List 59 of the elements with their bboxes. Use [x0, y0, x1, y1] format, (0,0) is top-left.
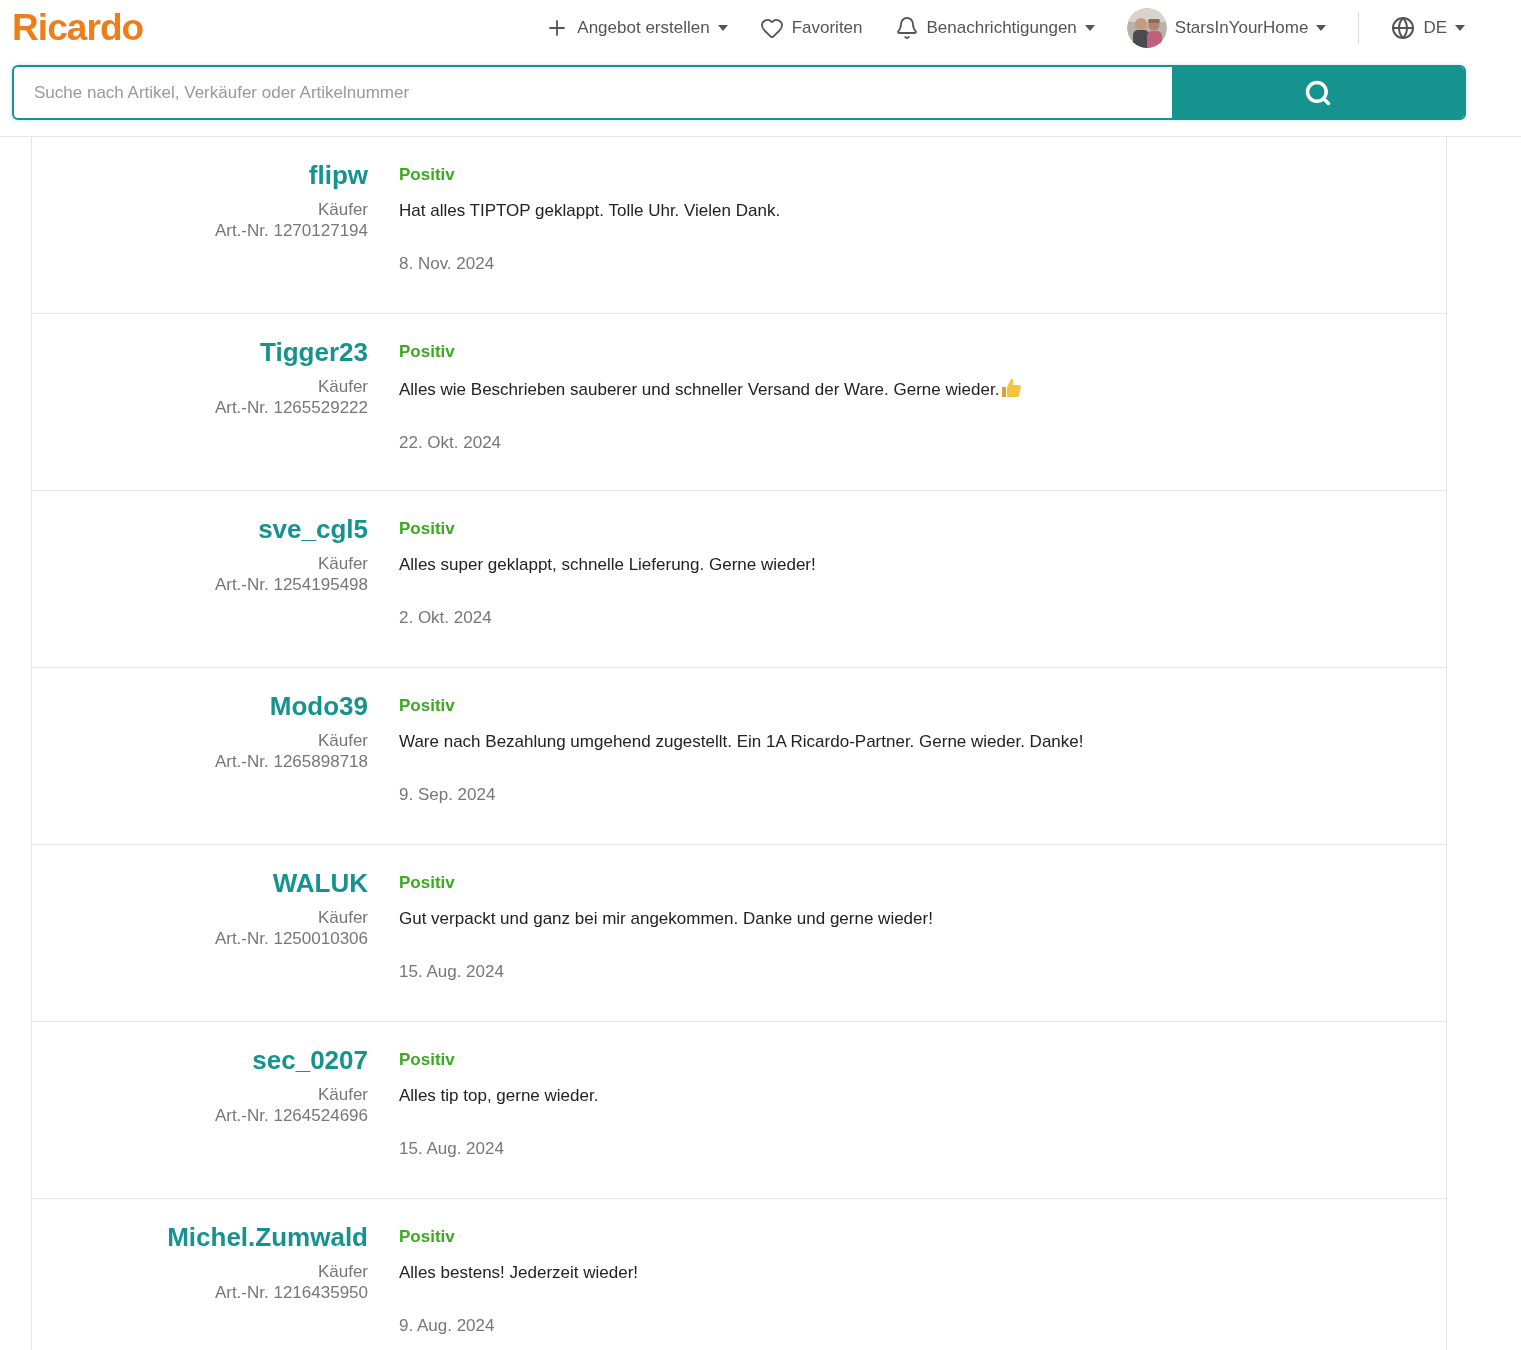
notifications-menu[interactable]: Benachrichtigungen	[894, 14, 1095, 41]
article-number: Art.-Nr. 1254195498	[214, 574, 368, 595]
role-label: Käufer	[317, 730, 368, 751]
role-label: Käufer	[317, 907, 368, 928]
review-date: 2. Okt. 2024	[399, 607, 493, 629]
review-comment: Ware nach Bezahlung umgehend zugestellt. Ein 1A Ricardo-Partner. Gerne wieder. Danke!	[399, 731, 1084, 753]
search-icon	[1304, 78, 1332, 107]
search-button[interactable]	[1172, 67, 1464, 118]
rating-label: Positiv	[399, 695, 456, 717]
search-bar[interactable]: Suche nach Artikel, Verkäufer oder Artikelnummer	[12, 65, 1466, 120]
user-menu[interactable]: StarsInYourHome	[1126, 7, 1327, 48]
review-comment: Gut verpackt und ganz bei mir angekommen. Danke und gerne wieder!	[399, 908, 933, 930]
username-link[interactable]: flipw	[308, 157, 368, 193]
review-date: 9. Sep. 2024	[399, 784, 497, 806]
role-label: Käufer	[317, 199, 368, 220]
review-date: 8. Nov. 2024	[399, 253, 496, 275]
review-date: 9. Aug. 2024	[399, 1315, 496, 1337]
username-link[interactable]: WALUK	[272, 865, 368, 901]
username-link[interactable]: sve_cgl5	[258, 511, 368, 547]
review-comment: Alles super geklappt, schnelle Lieferung. Gerne wieder!	[399, 554, 816, 576]
review-comment: Alles bestens! Jederzeit wieder!	[399, 1262, 639, 1284]
review-date: 15. Aug. 2024	[399, 961, 505, 983]
review-comment: Alles tip top, gerne wieder.	[399, 1085, 599, 1107]
thumbs-up-icon	[999, 376, 1024, 400]
search-field[interactable]: Suche nach Artikel, Verkäufer oder Artikelnummer	[14, 67, 1172, 118]
caret-icon	[1316, 24, 1327, 31]
article-number: Art.-Nr. 1216435950	[214, 1282, 368, 1303]
rating-label: Positiv	[399, 341, 456, 363]
logo[interactable]: Ricardo	[12, 9, 144, 46]
rating-label: Positiv	[399, 164, 456, 186]
create-menu[interactable]: Angebot erstellen	[545, 14, 728, 41]
role-label: Käufer	[317, 1084, 368, 1105]
article-number: Art.-Nr. 1264524696	[214, 1105, 368, 1126]
username-link[interactable]: Michel.Zumwald	[167, 1219, 368, 1255]
caret-icon	[1084, 24, 1095, 31]
rating-label: Positiv	[399, 872, 456, 894]
username-link[interactable]: Modo39	[269, 688, 368, 724]
rating-label: Positiv	[399, 1049, 456, 1071]
review-date: 15. Aug. 2024	[399, 1138, 505, 1160]
username-link[interactable]: Tigger23	[260, 334, 368, 370]
bell-icon	[894, 15, 919, 40]
review-comment: Hat alles TIPTOP geklappt. Tolle Uhr. Vielen Dank.	[399, 200, 781, 222]
article-number: Art.-Nr. 1265898718	[214, 751, 368, 772]
globe-icon	[1391, 15, 1416, 40]
review-date: 22. Okt. 2024	[399, 432, 503, 454]
rating-label: Positiv	[399, 518, 456, 540]
language-menu[interactable]: DE	[1391, 14, 1465, 41]
caret-icon	[1455, 24, 1465, 31]
role-label: Käufer	[317, 376, 368, 397]
rating-label: Positiv	[399, 1226, 456, 1248]
article-number: Art.-Nr. 1265529222	[214, 397, 368, 418]
role-label: Käufer	[317, 1261, 368, 1282]
favorites-menu[interactable]: Favoriten	[759, 14, 863, 41]
article-number: Art.-Nr. 1270127194	[214, 220, 368, 241]
article-number: Art.-Nr. 1250010306	[214, 928, 368, 949]
username-link[interactable]: sec_0207	[252, 1042, 368, 1078]
caret-icon	[717, 24, 728, 31]
review-comment: Alles wie Beschrieben sauberer und schneller Versand der Ware. Gerne wieder.	[399, 376, 1024, 402]
role-label: Käufer	[317, 553, 368, 574]
